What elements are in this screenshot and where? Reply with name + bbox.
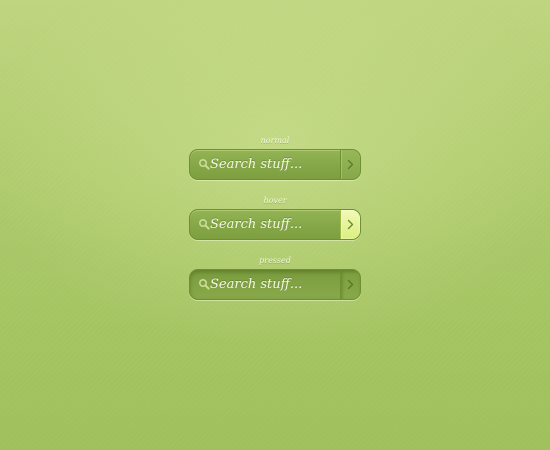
search-widget-hover: hover [189,196,361,240]
chevron-right-icon [347,159,354,170]
search-icon [198,218,210,230]
state-label-pressed: pressed [259,256,291,265]
search-input-normal[interactable] [210,150,338,179]
state-label-hover: hover [263,196,287,205]
search-icon [198,158,210,170]
state-label-normal: normal [260,136,290,145]
search-input-pressed[interactable] [210,270,338,299]
search-widget-pressed: pressed [189,256,361,300]
search-bar-normal [189,149,361,180]
search-submit-button-hover[interactable] [340,210,360,239]
chevron-right-icon [347,279,354,290]
search-input-hover[interactable] [210,210,338,239]
search-bar-hover [189,209,361,240]
search-submit-button-pressed[interactable] [340,270,360,299]
search-bar-pressed [189,269,361,300]
search-widget-normal: normal [189,136,361,180]
search-icon [198,278,210,290]
search-submit-button-normal[interactable] [340,150,360,179]
chevron-right-icon [347,219,354,230]
